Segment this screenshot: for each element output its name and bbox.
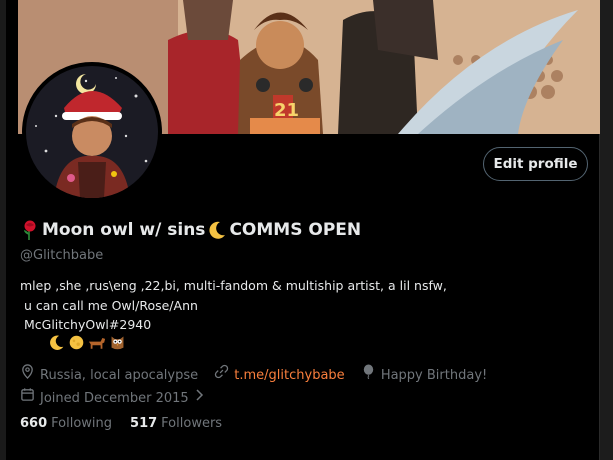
calendar-icon: [20, 387, 35, 410]
window-frame-left: [0, 0, 6, 460]
profile-website: t.me/glitchybabe: [214, 364, 345, 387]
bio-line: u can call me Owl/Rose/Ann: [20, 297, 198, 313]
full-moon-icon: [68, 334, 85, 355]
profile-stats: 660 Following 517 Followers: [20, 416, 222, 431]
chevron-right-icon: [194, 388, 204, 410]
rose-icon: [20, 220, 40, 240]
following-link[interactable]: 660 Following: [20, 416, 112, 431]
profile-meta: Russia, local apocalypse t.me/glitchybab…: [20, 364, 590, 410]
display-name-status: COMMS OPEN: [229, 220, 362, 240]
following-count: 660: [20, 416, 48, 431]
profile-handle: @Glitchbabe: [20, 248, 104, 263]
profile-birthday: Happy Birthday!: [361, 364, 487, 387]
link-icon: [214, 364, 229, 387]
followers-label: Followers: [161, 416, 223, 431]
crescent-moon-icon: [48, 334, 65, 355]
bio-line: mlep ,she ,rus\eng ,22,bi, multi-fandom …: [20, 278, 447, 293]
dog-icon: [88, 334, 106, 355]
owl-icon: [109, 334, 126, 355]
website-link[interactable]: t.me/glitchybabe: [234, 365, 344, 387]
profile-display-name: Moon owl w/ sins COMMS OPEN: [20, 220, 361, 240]
location-pin-icon: [20, 364, 35, 387]
bio-emoji-row: [48, 334, 126, 355]
followers-link[interactable]: 517 Followers: [130, 416, 222, 431]
edit-profile-button[interactable]: Edit profile: [483, 147, 588, 181]
profile-joined[interactable]: Joined December 2015: [20, 387, 204, 410]
following-label: Following: [51, 416, 113, 431]
crescent-moon-icon: [207, 220, 227, 240]
bio-line: McGlitchyOwl#2940: [20, 317, 152, 332]
display-name-text: Moon owl w/ sins: [42, 220, 206, 240]
scrollbar[interactable]: [599, 0, 613, 460]
balloon-icon: [361, 364, 376, 387]
svg-text:21: 21: [274, 100, 299, 121]
profile-bio: mlep ,she ,rus\eng ,22,bi, multi-fandom …: [20, 276, 447, 335]
followers-count: 517: [130, 416, 158, 431]
profile-location: Russia, local apocalypse: [20, 364, 198, 387]
profile-avatar[interactable]: [22, 62, 162, 202]
